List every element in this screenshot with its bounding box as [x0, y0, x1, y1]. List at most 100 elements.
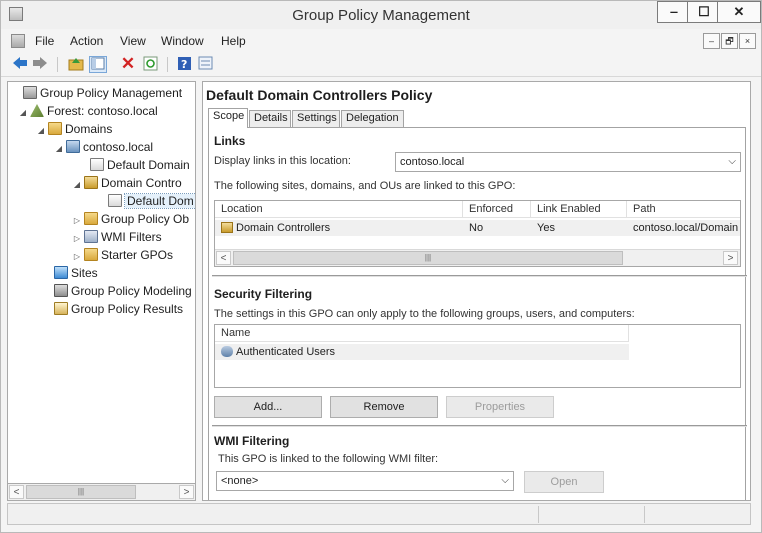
link-location-dropdown[interactable]: contoso.local ⌵: [395, 152, 741, 172]
tree-item-gp-modeling[interactable]: Group Policy Modeling: [42, 282, 192, 300]
ou-icon: [84, 176, 98, 189]
column-path[interactable]: Path: [627, 201, 740, 218]
remove-button[interactable]: Remove: [330, 396, 438, 418]
collapse-arrow-icon[interactable]: ◢: [36, 122, 46, 140]
chevron-down-icon: ⌵: [501, 475, 509, 486]
scroll-right-icon[interactable]: >: [179, 485, 194, 499]
close-button[interactable]: ✕: [717, 1, 761, 23]
maximize-button[interactable]: ☐: [687, 1, 721, 23]
tree-item-default-domain-policy[interactable]: Default Domain: [78, 156, 190, 174]
users-group-icon: [221, 346, 233, 357]
toolbar: ✕ ?: [1, 52, 761, 77]
scroll-left-icon[interactable]: <: [216, 251, 231, 265]
console-tree[interactable]: Group Policy Management ◢ Forest: contoso…: [7, 81, 196, 501]
child-restore-button[interactable]: 🗗: [721, 33, 738, 49]
add-button[interactable]: Add...: [214, 396, 322, 418]
tree-item-gp-results[interactable]: Group Policy Results: [42, 300, 183, 318]
toolbar-separator: [57, 57, 58, 72]
properties-button[interactable]: Properties: [446, 396, 554, 418]
tree-item-contoso-local[interactable]: ◢ contoso.local: [54, 138, 153, 156]
tree-item-default-dc-policy[interactable]: Default Dom: [96, 192, 195, 210]
scroll-left-icon[interactable]: <: [9, 485, 24, 499]
child-close-button[interactable]: ×: [739, 33, 756, 49]
row-link-enabled: Yes: [537, 222, 555, 234]
column-location[interactable]: Location: [215, 201, 463, 218]
security-filtering-heading: Security Filtering: [214, 287, 313, 301]
tree-item-wmi-filters[interactable]: ▷ WMI Filters: [72, 228, 162, 246]
menu-action[interactable]: Action: [70, 34, 103, 48]
list-item[interactable]: Authenticated Users: [215, 344, 629, 360]
tab-delegation[interactable]: Delegation: [341, 110, 404, 127]
scroll-thumb[interactable]: |||: [233, 251, 623, 265]
wmi-filtering-heading: WMI Filtering: [214, 434, 290, 448]
scope-tab-panel: Links Display links in this location: co…: [208, 127, 747, 500]
open-button[interactable]: Open: [524, 471, 604, 493]
tree-item-label: Starter GPOs: [101, 248, 174, 262]
collapse-arrow-icon[interactable]: ◢: [54, 140, 64, 158]
starter-folder-icon: [84, 248, 98, 261]
wmi-filter-dropdown[interactable]: <none> ⌵: [216, 471, 514, 491]
forward-arrow-icon[interactable]: [31, 56, 49, 73]
tree-item-label: Domains: [65, 122, 113, 136]
tree-item-starter-gpos[interactable]: ▷ Starter GPOs: [72, 246, 173, 264]
tree-item-gpm[interactable]: Group Policy Management: [11, 84, 182, 102]
view-icon[interactable]: [196, 56, 214, 73]
back-arrow-icon[interactable]: [11, 56, 29, 73]
tree-item-domain-controllers[interactable]: ◢ Domain Contro: [72, 174, 182, 192]
menu-view[interactable]: View: [120, 34, 146, 48]
link-location-value: contoso.local: [400, 156, 465, 168]
security-principal-name: Authenticated Users: [236, 346, 336, 358]
gpm-icon: [23, 86, 37, 99]
tree-item-forest[interactable]: ◢ Forest: contoso.local: [18, 102, 158, 120]
table-row[interactable]: Domain Controllers No Yes contoso.local/…: [215, 220, 740, 236]
menu-help[interactable]: Help: [221, 34, 246, 48]
tab-details[interactable]: Details: [249, 110, 291, 127]
policy-title: Default Domain Controllers Policy: [206, 87, 433, 103]
child-minimize-button[interactable]: ‒: [703, 33, 720, 49]
column-enforced[interactable]: Enforced: [463, 201, 531, 218]
up-folder-icon[interactable]: [67, 56, 85, 73]
gpo-link-icon: [90, 158, 104, 171]
show-hide-tree-icon[interactable]: [89, 56, 107, 73]
links-description: The following sites, domains, and OUs ar…: [214, 180, 516, 192]
collapse-arrow-icon[interactable]: ◢: [72, 176, 82, 194]
tab-settings[interactable]: Settings: [292, 110, 340, 127]
help-icon[interactable]: ?: [175, 56, 193, 73]
tree-item-sites[interactable]: Sites: [42, 264, 98, 282]
scroll-right-icon[interactable]: >: [723, 251, 738, 265]
row-path: contoso.local/Domain Co: [633, 222, 740, 234]
window-title: Group Policy Management: [292, 7, 470, 24]
links-table[interactable]: Location Enforced Link Enabled Path Doma…: [214, 200, 741, 267]
column-name[interactable]: Name: [215, 325, 629, 342]
toolbar-separator: [167, 57, 168, 72]
menu-window[interactable]: Window: [161, 34, 204, 48]
section-divider: [212, 275, 747, 277]
status-bar: [7, 503, 751, 525]
tree-horizontal-scrollbar[interactable]: < ||| >: [7, 483, 196, 501]
status-separator: [644, 506, 645, 523]
tree-item-label: Forest: contoso.local: [47, 104, 158, 118]
gpm-window: Group Policy Management ‒ ☐ ✕ File Actio…: [0, 0, 762, 533]
modeling-icon: [54, 284, 68, 297]
collapse-arrow-icon[interactable]: ◢: [18, 104, 28, 122]
mmc-menu-icon[interactable]: [11, 34, 25, 48]
scroll-thumb[interactable]: |||: [26, 485, 136, 499]
menu-bar: File Action View Window Help ‒ 🗗 ×: [1, 30, 761, 52]
security-filter-list[interactable]: Name Authenticated Users: [214, 324, 741, 388]
column-link-enabled[interactable]: Link Enabled: [531, 201, 627, 218]
ou-icon: [221, 222, 233, 233]
refresh-icon[interactable]: [141, 56, 159, 73]
tree-item-label: Default Domain: [107, 158, 190, 172]
tab-scope[interactable]: Scope: [208, 108, 248, 128]
menu-file[interactable]: File: [35, 34, 54, 48]
status-separator: [538, 506, 539, 523]
title-bar[interactable]: Group Policy Management ‒ ☐ ✕: [1, 1, 761, 29]
gpo-folder-icon: [84, 212, 98, 225]
minimize-button[interactable]: ‒: [657, 1, 691, 23]
tree-item-domains[interactable]: ◢ Domains: [36, 120, 112, 138]
svg-text:?: ?: [181, 58, 187, 71]
delete-icon[interactable]: ✕: [119, 55, 137, 73]
links-horizontal-scrollbar[interactable]: < ||| >: [215, 249, 740, 266]
tree-item-label: Group Policy Ob: [101, 212, 190, 226]
tree-item-gpo-container[interactable]: ▷ Group Policy Ob: [72, 210, 189, 228]
